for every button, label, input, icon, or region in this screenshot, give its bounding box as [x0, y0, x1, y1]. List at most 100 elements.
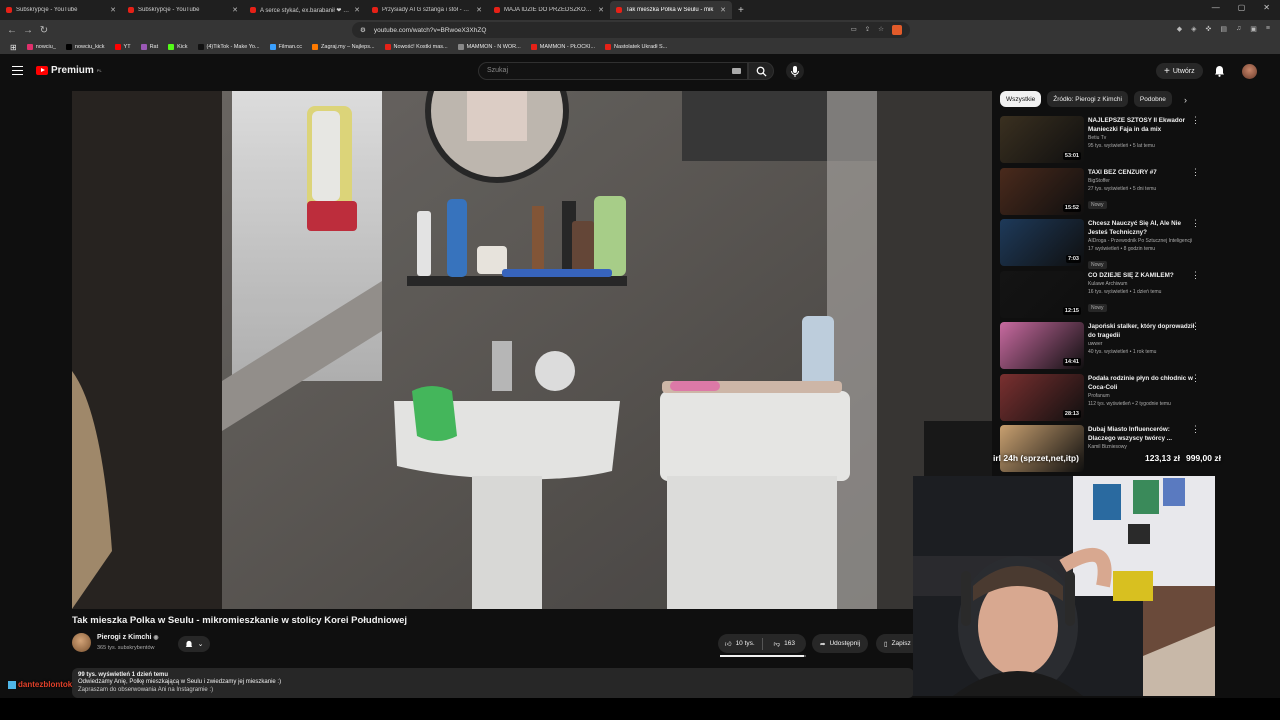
bookmark-item[interactable]: YT: [114, 44, 131, 50]
filter-chip[interactable]: Wszystkie: [1000, 91, 1042, 107]
close-tab-icon[interactable]: ✕: [476, 6, 482, 14]
account-avatar[interactable]: [1242, 64, 1257, 79]
recommendation-item[interactable]: 14:41 Japoński stalker, który doprowadził…: [1000, 322, 1206, 370]
bookmark-item[interactable]: Nowość! Kostki mas...: [384, 44, 448, 50]
dislike-button[interactable]: 👎︎ 163: [763, 640, 807, 648]
recommendation-item[interactable]: 15:52 TAXI BEZ CENZURY #7 BigStoffer 27 tys…: [1000, 167, 1206, 216]
back-icon[interactable]: ←: [4, 25, 20, 36]
minimize-icon[interactable]: —: [1212, 3, 1220, 12]
brave-shield-icon[interactable]: [892, 25, 902, 35]
bookmark-item[interactable]: Kick: [168, 44, 188, 50]
bookmark-item[interactable]: Rat: [140, 44, 158, 50]
notifications-bell-icon[interactable]: [1214, 65, 1225, 77]
menu-icon[interactable]: ≡: [1266, 25, 1270, 33]
forward-icon[interactable]: →: [20, 25, 36, 36]
more-options-icon[interactable]: ⋮: [1191, 167, 1200, 177]
bookmark-item[interactable]: nowciu_kick: [65, 44, 105, 50]
more-options-icon[interactable]: ⋮: [1191, 425, 1200, 434]
more-options-icon[interactable]: ⋮: [1191, 116, 1200, 125]
browser-tab[interactable]: Subskrypcje - YouTube ✕: [0, 1, 122, 19]
recommendation-thumbnail[interactable]: 12:15: [1000, 270, 1084, 318]
bookmark-item[interactable]: (4)TikTok - Make Yo...: [197, 44, 260, 50]
channel-avatar[interactable]: [72, 633, 91, 652]
recommendation-thumbnail[interactable]: 14:41: [1000, 322, 1084, 369]
recommendation-thumbnail[interactable]: 15:52: [1000, 167, 1084, 215]
extension-icon[interactable]: ◆: [1177, 25, 1182, 33]
bookmark-item[interactable]: MAMMON - N WOR...: [457, 44, 521, 50]
extension-icon[interactable]: ◈: [1191, 25, 1196, 33]
browser-tab[interactable]: Tak mieszka Polka w Seulu - mik ✕: [610, 1, 732, 19]
tab-title: Subskrypcje - YouTube: [138, 7, 200, 13]
youtube-premium-logo[interactable]: Premium PL: [36, 65, 102, 76]
music-icon[interactable]: ♫: [1236, 25, 1241, 33]
bookmark-star-icon[interactable]: ☆: [878, 25, 884, 35]
filter-chip[interactable]: Podobne: [1133, 91, 1172, 107]
close-tab-icon[interactable]: ✕: [598, 6, 604, 14]
screencast-icon[interactable]: ▭: [851, 25, 857, 35]
close-tab-icon[interactable]: ✕: [354, 6, 360, 14]
share-button[interactable]: ➦ Udostępnij: [812, 634, 869, 653]
site-info-icon[interactable]: ⚙: [360, 26, 366, 34]
recommendation-thumbnail[interactable]: 7:03: [1000, 219, 1084, 266]
filter-chip[interactable]: Źródło: Pierogi z Kimchi: [1047, 91, 1128, 107]
recommendation-item[interactable]: 53:01 NAJLEPSZE SZTOSY II Ekwador Maniecz…: [1000, 116, 1206, 164]
bookmark-item[interactable]: MAMMON - PŁOCKI...: [530, 44, 595, 50]
hamburger-menu-icon[interactable]: [12, 66, 23, 75]
voice-search-button[interactable]: [786, 62, 804, 80]
close-window-icon[interactable]: ✕: [1263, 3, 1270, 12]
more-options-icon[interactable]: ⋮: [1191, 270, 1200, 280]
search-button[interactable]: [748, 62, 774, 80]
browser-tab[interactable]: A serce stykać, ex.barabanił ❤ Пе ✕: [244, 1, 366, 19]
chevron-right-icon[interactable]: ›: [1184, 95, 1187, 105]
recommendation-item[interactable]: 12:15 CO DZIEJE SIĘ Z KAMILEM? Kulawe Arch…: [1000, 270, 1206, 319]
save-button[interactable]: ▯ Zapisz: [876, 634, 916, 653]
recommendation-channel[interactable]: uwwer: [1088, 340, 1198, 348]
more-options-icon[interactable]: ⋮: [1191, 322, 1200, 331]
share-page-icon[interactable]: ⇪: [865, 25, 870, 35]
puzzle-icon[interactable]: ✜: [1206, 25, 1212, 33]
video-player[interactable]: [72, 91, 992, 609]
recommendation-item[interactable]: 7:03 Chcesz Nauczyć Się AI, Ale Nie Jeste…: [1000, 219, 1206, 269]
recommendation-channel[interactable]: Kamil Bizniesowy: [1088, 443, 1198, 451]
recommendation-thumbnail[interactable]: 28:13: [1000, 373, 1084, 421]
subscription-bell-button[interactable]: ⌄: [178, 636, 210, 652]
apps-grid-icon[interactable]: ⊞: [10, 43, 17, 52]
sidebar-icon[interactable]: ▤: [1220, 25, 1227, 33]
recommendation-channel[interactable]: AIDroga - Przewodnik Po Sztucznej Inteli…: [1088, 237, 1198, 245]
keyboard-icon[interactable]: [732, 68, 741, 74]
url-field[interactable]: ⚙ youtube.com/watch?v=BRwoeX3XhZQ ▭ ⇪ ☆: [352, 22, 910, 38]
create-button[interactable]: + Utwórz: [1156, 63, 1203, 79]
browser-tab-bar: Subskrypcje - YouTube ✕ Subskrypcje - YouT…: [0, 0, 1280, 20]
browser-tab[interactable]: Subskrypcje - YouTube ✕: [122, 1, 244, 19]
browser-tab[interactable]: MAJA IDZIE DO PRZEDSZKOLA! - You✕: [488, 1, 610, 19]
like-button[interactable]: 👍︎ 10 tys.: [718, 640, 762, 648]
channel-name[interactable]: Pierogi z Kimchi ◉: [97, 634, 159, 641]
more-options-icon[interactable]: ⋮: [1191, 373, 1200, 383]
bookmark-item[interactable]: Nastolatek Ukradł S...: [605, 44, 667, 50]
bookmark-item[interactable]: Filman.cc: [269, 44, 302, 50]
bookmark-item[interactable]: nowciu_: [26, 44, 56, 50]
recommendation-channel[interactable]: Betiu Tv: [1088, 134, 1198, 142]
more-options-icon[interactable]: ⋮: [1191, 219, 1200, 228]
bookmark-label: MAMMON - N WOR...: [466, 44, 521, 50]
recommendation-thumbnail[interactable]: 53:01: [1000, 116, 1084, 163]
platform-icon: [8, 680, 16, 689]
wallet-icon[interactable]: ▣: [1250, 25, 1257, 33]
recommendation-channel[interactable]: BigStoffer: [1088, 177, 1198, 185]
browser-tab[interactable]: Przysiady ATG sztanga i stół - YouTub ✕: [366, 1, 488, 19]
maximize-icon[interactable]: ▢: [1238, 3, 1246, 12]
close-tab-icon[interactable]: ✕: [110, 6, 116, 14]
close-tab-icon[interactable]: ✕: [720, 6, 726, 14]
recommendation-channel[interactable]: Kulawe Archiwum: [1088, 280, 1198, 288]
recommendation-item[interactable]: 28:13 Podała rodzinie płyn do chłodnic w …: [1000, 373, 1206, 422]
recommendation-channel[interactable]: Profanum: [1088, 392, 1198, 400]
create-label: Utwórz: [1172, 67, 1195, 75]
search-input[interactable]: Szukaj: [478, 62, 748, 80]
bookmark-favicon-icon: [140, 44, 147, 50]
recommendation-meta: 27 tys. wyświetleń • 5 dni temu: [1088, 185, 1157, 192]
reload-icon[interactable]: ↻: [36, 25, 52, 36]
bookmark-item[interactable]: Zagraj.my – Najleps...: [312, 44, 375, 50]
new-tab-button[interactable]: +: [732, 5, 750, 16]
close-tab-icon[interactable]: ✕: [232, 6, 238, 14]
description-box[interactable]: 99 tys. wyświetleń 1 dzień temu Odwiedza…: [72, 668, 914, 698]
